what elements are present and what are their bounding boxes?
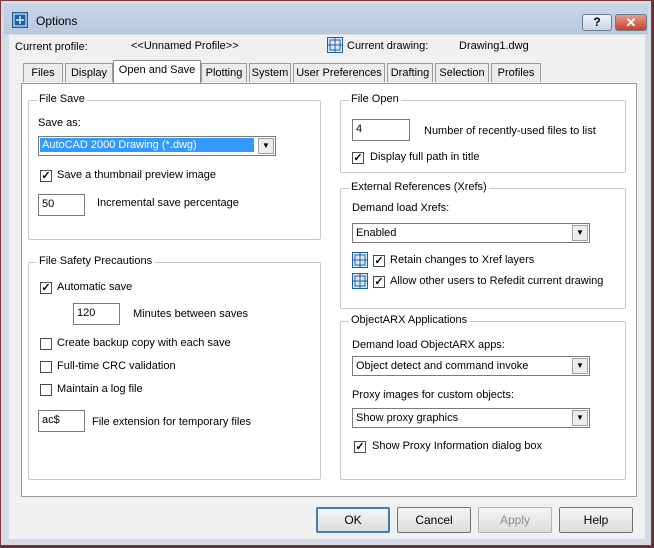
minutes-between-saves-label: Minutes between saves bbox=[133, 308, 248, 320]
tab-selection[interactable]: Selection bbox=[435, 63, 489, 82]
recent-files-label: Number of recently-used files to list bbox=[424, 125, 596, 137]
automatic-save-checkbox[interactable]: ✓ bbox=[40, 282, 52, 294]
tab-panel: File Save Save as: AutoCAD 2000 Drawing … bbox=[21, 83, 637, 497]
tab-open-and-save[interactable]: Open and Save bbox=[113, 60, 201, 83]
help-title-button[interactable]: ? bbox=[582, 14, 612, 31]
recent-files-input[interactable]: 4 bbox=[352, 119, 410, 141]
save-as-label: Save as: bbox=[38, 117, 81, 129]
log-file-label: Maintain a log file bbox=[57, 383, 143, 395]
automatic-save-label: Automatic save bbox=[57, 281, 133, 293]
temp-extension-input[interactable]: ac$ bbox=[38, 410, 85, 432]
title-bar[interactable]: Options ? ✕ bbox=[4, 4, 648, 34]
chevron-down-icon[interactable]: ▼ bbox=[572, 358, 588, 374]
full-path-label: Display full path in title bbox=[370, 151, 480, 163]
proxy-info-label: Show Proxy Information dialog box bbox=[372, 440, 542, 452]
current-drawing-value: Drawing1.dwg bbox=[459, 40, 529, 52]
demand-load-xrefs-value: Enabled bbox=[356, 227, 397, 239]
chevron-down-icon[interactable]: ▼ bbox=[258, 138, 274, 154]
xrefs-group: External References (Xrefs) Demand load … bbox=[340, 181, 626, 309]
proxy-images-value: Show proxy graphics bbox=[356, 412, 459, 424]
current-drawing-label: Current drawing: bbox=[347, 40, 429, 52]
cancel-button[interactable]: Cancel bbox=[397, 507, 471, 533]
proxy-info-checkbox[interactable]: ✓ bbox=[354, 441, 366, 453]
save-as-select[interactable]: AutoCAD 2000 Drawing (*.dwg) ▼ bbox=[38, 136, 276, 156]
file-open-group: File Open 4 Number of recently-used file… bbox=[340, 93, 626, 173]
backup-copy-label: Create backup copy with each save bbox=[57, 337, 231, 349]
file-safety-group: File Safety Precautions ✓ Automatic save… bbox=[28, 255, 321, 480]
full-path-checkbox[interactable]: ✓ bbox=[352, 152, 364, 164]
file-save-title: File Save bbox=[37, 93, 87, 105]
xrefs-title: External References (Xrefs) bbox=[349, 181, 489, 193]
dialog-body: Current profile: <<Unnamed Profile>> Cur… bbox=[9, 35, 645, 539]
tab-user-preferences[interactable]: User Preferences bbox=[293, 63, 385, 82]
retain-xref-label: Retain changes to Xref layers bbox=[390, 254, 535, 266]
close-button[interactable]: ✕ bbox=[615, 14, 647, 31]
tab-system[interactable]: System bbox=[249, 63, 291, 82]
crc-validation-label: Full-time CRC validation bbox=[57, 360, 176, 372]
tab-files[interactable]: Files bbox=[23, 63, 63, 82]
tab-display[interactable]: Display bbox=[65, 63, 113, 82]
thumbnail-label: Save a thumbnail preview image bbox=[57, 169, 216, 181]
thumbnail-checkbox[interactable]: ✓ bbox=[40, 170, 52, 182]
refedit-icon bbox=[352, 273, 368, 289]
incremental-save-label: Incremental save percentage bbox=[97, 197, 239, 209]
crc-validation-checkbox[interactable] bbox=[40, 361, 52, 373]
current-profile-value: <<Unnamed Profile>> bbox=[131, 40, 239, 52]
tab-drafting[interactable]: Drafting bbox=[387, 63, 433, 82]
objectarx-title: ObjectARX Applications bbox=[349, 314, 470, 326]
minutes-between-saves-input[interactable]: 120 bbox=[73, 303, 120, 325]
proxy-images-select[interactable]: Show proxy graphics ▼ bbox=[352, 408, 590, 428]
objectarx-group: ObjectARX Applications Demand load Objec… bbox=[340, 314, 626, 480]
backup-copy-checkbox[interactable] bbox=[40, 338, 52, 350]
save-as-value: AutoCAD 2000 Drawing (*.dwg) bbox=[40, 138, 254, 152]
window-title: Options bbox=[36, 14, 78, 28]
ok-button[interactable]: OK bbox=[316, 507, 390, 533]
refedit-label: Allow other users to Refedit current dra… bbox=[390, 275, 604, 287]
demand-load-arx-select[interactable]: Object detect and command invoke ▼ bbox=[352, 356, 590, 376]
help-button[interactable]: Help bbox=[559, 507, 633, 533]
file-save-group: File Save Save as: AutoCAD 2000 Drawing … bbox=[28, 93, 321, 240]
log-file-checkbox[interactable] bbox=[40, 384, 52, 396]
xref-layer-icon bbox=[352, 252, 368, 268]
app-icon bbox=[12, 12, 28, 28]
file-open-title: File Open bbox=[349, 93, 401, 105]
incremental-save-input[interactable]: 50 bbox=[38, 194, 85, 216]
retain-xref-checkbox[interactable]: ✓ bbox=[373, 255, 385, 267]
file-safety-title: File Safety Precautions bbox=[37, 255, 155, 267]
refedit-checkbox[interactable]: ✓ bbox=[373, 276, 385, 288]
tab-profiles[interactable]: Profiles bbox=[491, 63, 541, 82]
temp-extension-label: File extension for temporary files bbox=[92, 416, 251, 428]
chevron-down-icon[interactable]: ▼ bbox=[572, 225, 588, 241]
demand-load-arx-value: Object detect and command invoke bbox=[356, 360, 529, 372]
drawing-icon bbox=[327, 37, 343, 53]
options-window: Options ? ✕ Current profile: <<Unnamed P… bbox=[0, 0, 652, 546]
tab-plotting[interactable]: Plotting bbox=[201, 63, 247, 82]
demand-load-xrefs-label: Demand load Xrefs: bbox=[352, 202, 450, 214]
apply-button[interactable]: Apply bbox=[478, 507, 552, 533]
demand-load-xrefs-select[interactable]: Enabled ▼ bbox=[352, 223, 590, 243]
proxy-images-label: Proxy images for custom objects: bbox=[352, 389, 515, 401]
current-profile-label: Current profile: bbox=[15, 41, 88, 53]
demand-load-arx-label: Demand load ObjectARX apps: bbox=[352, 339, 505, 351]
chevron-down-icon[interactable]: ▼ bbox=[572, 410, 588, 426]
